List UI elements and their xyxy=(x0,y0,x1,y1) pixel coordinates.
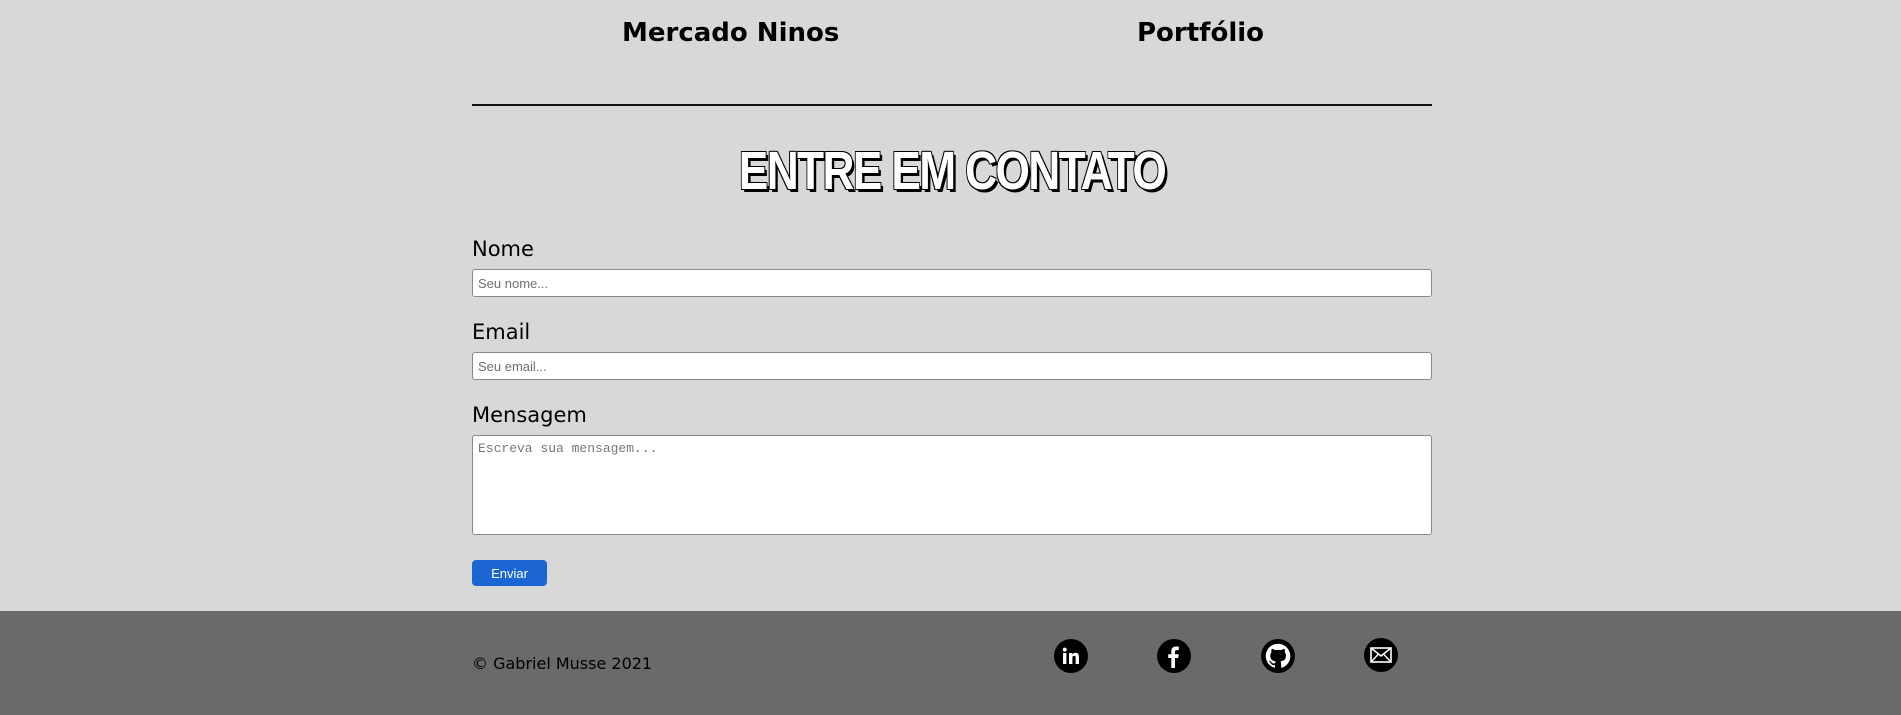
email-label: Email xyxy=(472,320,531,344)
name-input[interactable] xyxy=(472,269,1432,297)
linkedin-icon[interactable] xyxy=(1054,639,1088,673)
message-label: Mensagem xyxy=(472,403,587,427)
facebook-icon[interactable] xyxy=(1157,639,1191,673)
github-icon[interactable] xyxy=(1261,639,1295,673)
mail-icon[interactable] xyxy=(1364,638,1398,672)
message-textarea[interactable] xyxy=(472,435,1432,535)
name-label: Nome xyxy=(472,237,534,261)
section-divider xyxy=(472,104,1432,106)
footer: © Gabriel Musse 2021 xyxy=(0,611,1901,715)
contact-title: ENTRE EM CONTATO xyxy=(738,141,1167,201)
project-link-portfolio[interactable]: Portfólio xyxy=(1137,18,1264,48)
copyright-text: © Gabriel Musse 2021 xyxy=(472,654,653,673)
project-link-mercado-ninos[interactable]: Mercado Ninos xyxy=(622,18,839,48)
email-input[interactable] xyxy=(472,352,1432,380)
projects-row: Mercado Ninos Portfólio xyxy=(472,18,1432,58)
submit-button[interactable]: Enviar xyxy=(472,560,547,586)
